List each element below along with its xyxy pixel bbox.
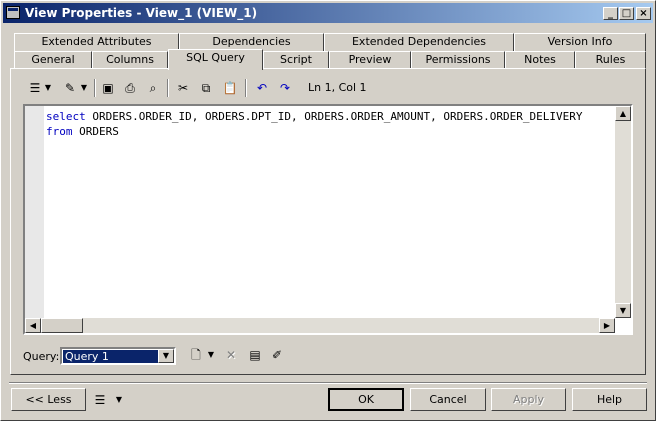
editor-gutter bbox=[25, 106, 44, 318]
horizontal-scroll-thumb[interactable] bbox=[41, 318, 83, 333]
chevron-down-icon[interactable]: ▼ bbox=[114, 392, 124, 408]
minimize-button[interactable]: _ bbox=[603, 7, 618, 20]
toolbar-separator bbox=[245, 79, 247, 97]
tab-version-info[interactable]: Version Info bbox=[514, 33, 646, 51]
sql-editor[interactable]: select ORDERS.ORDER_ID, ORDERS.DPT_ID, O… bbox=[23, 104, 633, 335]
footer-divider bbox=[9, 382, 647, 384]
horizontal-scrollbar[interactable]: ◀ ▶ bbox=[25, 318, 615, 333]
paste-icon[interactable]: 📋 bbox=[222, 80, 238, 96]
delete-icon[interactable]: ✕ bbox=[223, 347, 239, 363]
title-bar: View Properties - View_1 (VIEW_1) _ □ × bbox=[3, 3, 653, 23]
scroll-right-button[interactable]: ▶ bbox=[599, 318, 615, 333]
code-line-1: ORDERS.ORDER_ID, ORDERS.DPT_ID, ORDERS.O… bbox=[85, 110, 583, 123]
keyword-from: from bbox=[46, 125, 73, 138]
tab-extended-attributes[interactable]: Extended Attributes bbox=[14, 33, 179, 51]
properties-dialog: View Properties - View_1 (VIEW_1) _ □ × … bbox=[0, 0, 656, 421]
query-select-value: Query 1 bbox=[63, 350, 158, 363]
maximize-button[interactable]: □ bbox=[619, 7, 634, 20]
chevron-down-icon[interactable]: ▼ bbox=[43, 80, 53, 96]
query-builder-icon[interactable]: ✐ bbox=[269, 347, 285, 363]
query-label: Query: bbox=[23, 350, 60, 363]
save-icon[interactable]: ▣ bbox=[100, 80, 116, 96]
properties-icon[interactable]: ▤ bbox=[247, 347, 263, 363]
scroll-up-button[interactable]: ▲ bbox=[615, 106, 631, 121]
scroll-left-button[interactable]: ◀ bbox=[25, 318, 41, 333]
tab-preview[interactable]: Preview bbox=[329, 51, 411, 69]
tab-sql-query[interactable]: SQL Query bbox=[168, 49, 263, 70]
tab-script[interactable]: Script bbox=[263, 51, 329, 69]
apply-button[interactable]: Apply bbox=[491, 388, 566, 411]
chevron-down-icon[interactable]: ▼ bbox=[79, 80, 89, 96]
ok-button[interactable]: OK bbox=[328, 388, 404, 411]
list-icon[interactable]: ☰ bbox=[92, 392, 108, 408]
toolbar-separator bbox=[94, 79, 96, 97]
sql-code[interactable]: select ORDERS.ORDER_ID, ORDERS.DPT_ID, O… bbox=[46, 109, 582, 139]
vertical-scrollbar[interactable]: ▲ ▼ bbox=[615, 106, 631, 318]
undo-icon[interactable]: ↶ bbox=[254, 80, 270, 96]
tab-extended-dependencies[interactable]: Extended Dependencies bbox=[324, 33, 514, 51]
cancel-button[interactable]: Cancel bbox=[410, 388, 486, 411]
copy-icon[interactable]: ⧉ bbox=[198, 80, 214, 96]
cursor-position: Ln 1, Col 1 bbox=[308, 81, 367, 94]
redo-icon[interactable]: ↷ bbox=[277, 80, 293, 96]
tab-notes[interactable]: Notes bbox=[505, 51, 575, 69]
new-query-icon[interactable]: 🗋 bbox=[188, 347, 204, 363]
tab-permissions[interactable]: Permissions bbox=[411, 51, 505, 69]
print-icon[interactable]: ⎙ bbox=[122, 80, 138, 96]
list-icon[interactable]: ☰ bbox=[27, 80, 43, 96]
code-line-2: ORDERS bbox=[72, 125, 119, 138]
toolbar-separator bbox=[167, 79, 169, 97]
window-icon bbox=[6, 6, 20, 19]
tab-columns[interactable]: Columns bbox=[92, 51, 168, 69]
query-select[interactable]: Query 1 ▼ bbox=[60, 347, 176, 365]
scroll-down-button[interactable]: ▼ bbox=[615, 303, 631, 318]
less-button[interactable]: << Less bbox=[11, 388, 86, 411]
edit-icon[interactable]: ✎ bbox=[62, 80, 78, 96]
find-icon[interactable]: ⌕ bbox=[145, 80, 161, 96]
chevron-down-icon[interactable]: ▼ bbox=[206, 347, 216, 363]
close-button[interactable]: × bbox=[636, 7, 651, 20]
tab-general[interactable]: General bbox=[14, 51, 92, 69]
help-button[interactable]: Help bbox=[572, 388, 647, 411]
tab-rules[interactable]: Rules bbox=[575, 51, 646, 69]
chevron-down-icon[interactable]: ▼ bbox=[158, 349, 174, 363]
cut-icon[interactable]: ✂ bbox=[175, 80, 191, 96]
keyword-select: select bbox=[46, 110, 86, 123]
window-title: View Properties - View_1 (VIEW_1) bbox=[25, 6, 258, 20]
